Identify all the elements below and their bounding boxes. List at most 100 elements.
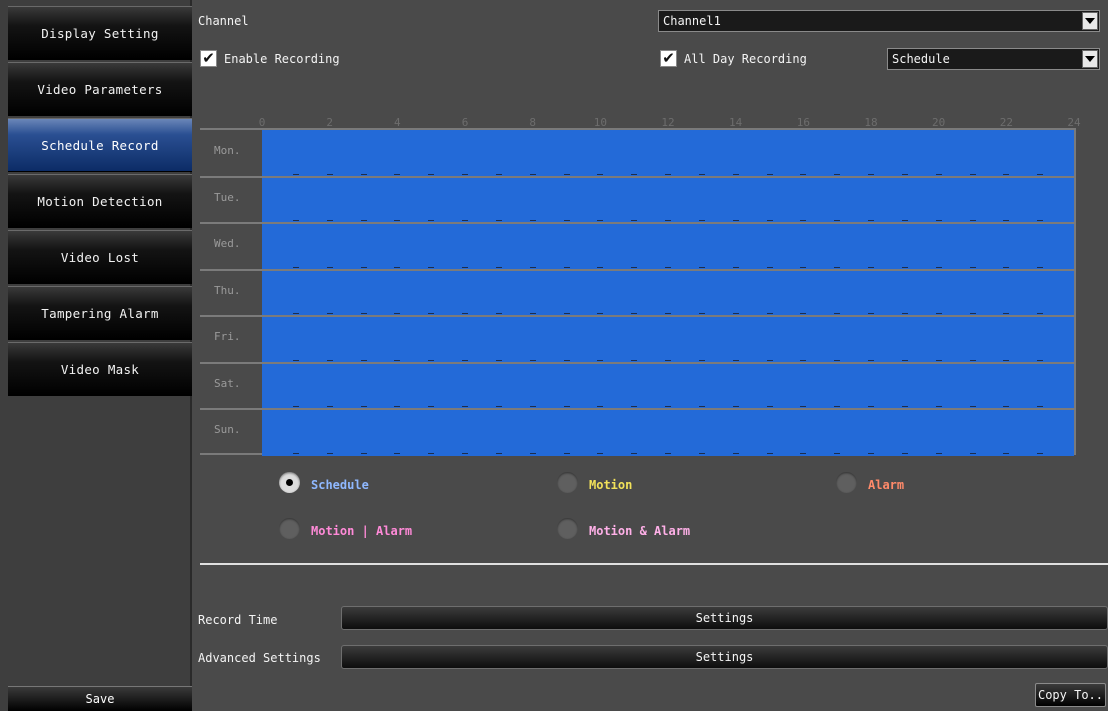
enable-recording-checkbox[interactable]: ✔ (200, 50, 217, 67)
schedule-day-row[interactable]: Sat. (200, 362, 1074, 409)
hour-tick (800, 313, 807, 314)
hour-tick (597, 406, 604, 407)
hour-tick (1037, 313, 1044, 314)
hour-tick (529, 220, 536, 221)
schedule-bar[interactable] (262, 409, 1074, 456)
hour-tick (563, 220, 570, 221)
schedule-grid[interactable]: Mon. Tue. Wed. Thu. Fri. Sat. Sun. (200, 128, 1076, 456)
hour-tick (766, 359, 773, 361)
hour-tick (292, 313, 299, 314)
hour-tick (935, 266, 942, 268)
hour-tick (901, 359, 908, 361)
hour-tick (292, 173, 299, 175)
hour-tick (665, 220, 671, 221)
sidebar-item-display-setting[interactable]: Display Setting (8, 6, 192, 60)
schedule-bar[interactable] (262, 130, 1074, 177)
day-label: Tue. (214, 190, 241, 204)
schedule-bar[interactable] (262, 223, 1074, 270)
hour-tick (969, 359, 976, 361)
hour-tick (428, 406, 435, 407)
motion-radio[interactable] (557, 472, 578, 493)
hour-tick (360, 406, 367, 407)
sidebar-item-schedule-record[interactable]: Schedule Record (8, 118, 192, 172)
hour-tick (597, 173, 604, 175)
hour-tick (326, 359, 333, 361)
day-label: Mon. (214, 144, 241, 157)
hour-tick (529, 266, 536, 268)
schedule-day-row[interactable]: Wed. (200, 223, 1074, 270)
sidebar-item-video-parameters[interactable]: Video Parameters (8, 62, 192, 116)
hour-tick (631, 406, 638, 407)
row-separator (200, 222, 1074, 224)
hour-tick (834, 313, 841, 314)
hour-tick (766, 313, 773, 314)
hour-tick (901, 406, 908, 407)
hour-tick (1003, 173, 1010, 175)
hour-tick (360, 220, 367, 221)
all-day-recording-checkbox[interactable]: ✔ (660, 50, 677, 67)
hour-tick (969, 266, 976, 268)
hour-tick (597, 313, 604, 314)
schedule-day-row[interactable]: Fri. (200, 316, 1074, 363)
sidebar-item-tampering-alarm[interactable]: Tampering Alarm (8, 286, 192, 340)
sidebar-item-motion-detection[interactable]: Motion Detection (8, 174, 192, 228)
hour-tick (495, 406, 502, 407)
legend-schedule-label: Schedule (311, 478, 369, 492)
day-label: Thu. (214, 283, 241, 297)
chevron-down-icon[interactable] (1082, 50, 1098, 68)
schedule-day-row[interactable]: Thu. (200, 269, 1074, 316)
hour-tick (326, 266, 333, 268)
hour-tick (1003, 406, 1010, 407)
hour-tick (563, 266, 570, 268)
chevron-down-icon[interactable] (1082, 12, 1098, 30)
schedule-bar[interactable] (262, 176, 1074, 223)
hour-tick (868, 359, 874, 361)
schedule-bar[interactable] (262, 362, 1074, 409)
channel-select[interactable]: Channel1 (658, 10, 1100, 32)
schedule-radio[interactable] (279, 472, 300, 493)
copy-to-button[interactable]: Copy To.. (1035, 683, 1106, 707)
hour-tick (495, 359, 502, 361)
hour-tick (665, 313, 671, 314)
schedule-day-row[interactable]: Tue. (200, 176, 1074, 223)
hour-tick (969, 452, 976, 454)
hour-tick (698, 220, 705, 221)
hour-tick (800, 220, 807, 221)
hour-tick (529, 173, 536, 175)
motion-or-alarm-radio[interactable] (279, 518, 300, 539)
hour-tick (326, 313, 333, 314)
hour-tick (394, 220, 401, 221)
schedule-day-row[interactable]: Mon. (200, 130, 1074, 177)
sidebar-item-video-lost[interactable]: Video Lost (8, 230, 192, 284)
schedule-day-row[interactable]: Sun. (200, 409, 1074, 456)
hour-tick (394, 359, 401, 361)
hour-tick (529, 452, 536, 454)
hour-tick (360, 359, 367, 361)
hour-tick (292, 359, 299, 361)
hour-tick (462, 220, 468, 221)
hour-tick (935, 313, 942, 314)
advanced-settings-button[interactable]: Settings (341, 645, 1108, 669)
schedule-bar[interactable] (262, 269, 1074, 316)
hour-tick (969, 220, 976, 221)
alarm-radio[interactable] (836, 472, 857, 493)
hour-tick (834, 266, 841, 268)
row-separator (200, 315, 1074, 317)
record-mode-select[interactable]: Schedule (887, 48, 1100, 70)
motion-and-alarm-radio[interactable] (557, 518, 578, 539)
schedule-bar[interactable] (262, 316, 1074, 363)
hour-tick (935, 173, 942, 175)
save-button[interactable]: Save (8, 686, 192, 711)
hour-tick (766, 173, 773, 175)
hour-tick (868, 452, 874, 454)
hour-tick (935, 406, 942, 407)
sidebar-item-video-mask[interactable]: Video Mask (8, 342, 192, 396)
hour-tick (665, 359, 671, 361)
hour-tick (292, 266, 299, 268)
hour-tick (868, 313, 874, 314)
hour-tick (495, 452, 502, 454)
record-time-settings-button[interactable]: Settings (341, 606, 1108, 630)
hour-tick (1037, 406, 1044, 407)
hour-tick (698, 173, 705, 175)
hour-tick (428, 313, 435, 314)
